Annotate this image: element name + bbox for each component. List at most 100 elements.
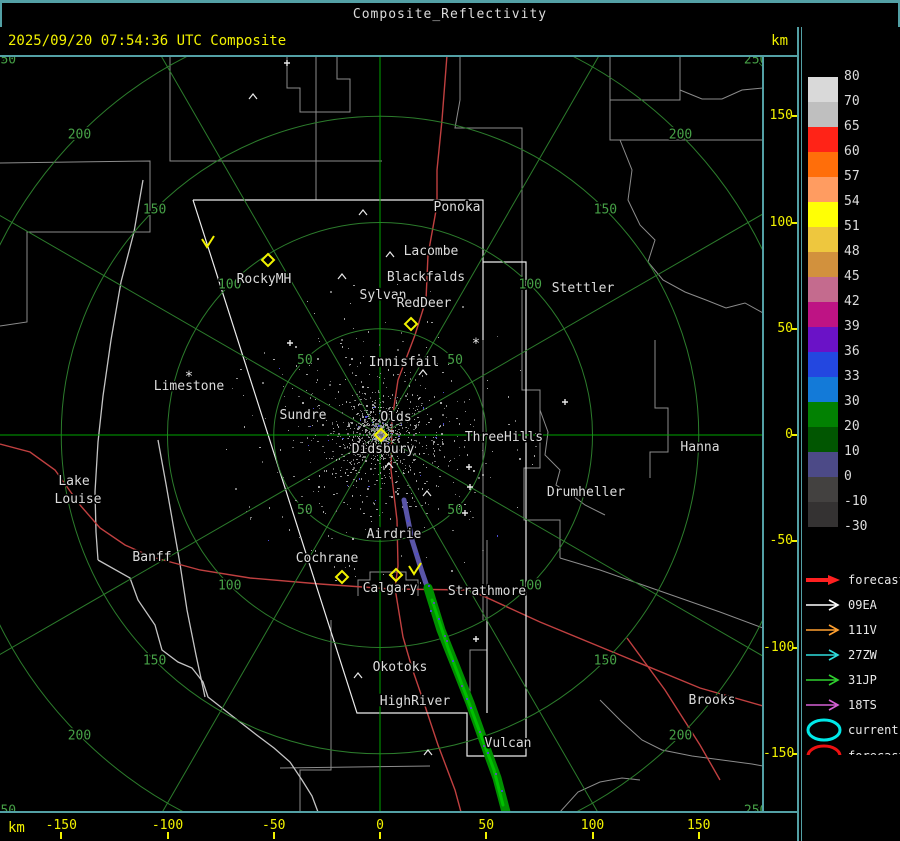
clutter-speck xyxy=(459,506,460,507)
clutter-speck xyxy=(392,483,393,484)
clutter-speck xyxy=(347,460,348,461)
radar-map-area[interactable]: 50 50 50 50 100 100 100 100 150 150 150 150 200 200 20… xyxy=(0,55,763,812)
clutter-speck xyxy=(462,306,464,308)
range-ring-label: 200 xyxy=(68,127,91,142)
clutter-speck xyxy=(353,433,354,434)
clutter-speck xyxy=(345,379,346,380)
clutter-speck xyxy=(433,443,434,445)
clutter-speck xyxy=(370,411,372,412)
site-diamond-marker xyxy=(403,316,419,332)
clutter-speck xyxy=(426,424,427,425)
radar-map-canvas[interactable]: 50 5050 50100 100100 100150 150150 150200 20020… xyxy=(0,55,763,812)
clutter-speck xyxy=(282,516,283,518)
clutter-speck xyxy=(395,430,396,431)
clutter-speck xyxy=(478,477,480,479)
clutter-speck xyxy=(397,488,399,489)
city-label: Lake xyxy=(58,474,89,489)
colorbar-value-label: 10 xyxy=(844,444,860,459)
right-axis-unit-label: km xyxy=(771,33,788,49)
clutter-speck xyxy=(386,503,387,504)
clutter-speck xyxy=(367,425,368,426)
clutter-speck xyxy=(358,472,360,473)
clutter-speck xyxy=(384,429,385,431)
legend-arrow-label: 27ZW xyxy=(848,648,878,662)
clutter-speck xyxy=(419,472,421,473)
city-label: Strathmore xyxy=(448,584,526,599)
clutter-speck xyxy=(363,425,365,427)
legend-arrow-item: forecast xyxy=(806,572,900,589)
clutter-speck xyxy=(378,428,379,430)
clutter-speck xyxy=(347,433,349,435)
storm-speck xyxy=(470,707,472,709)
city-label: Sundre xyxy=(280,408,327,423)
clutter-speck xyxy=(362,501,363,503)
clutter-speck xyxy=(412,394,413,396)
clutter-speck xyxy=(345,472,346,474)
clutter-speck xyxy=(336,459,337,461)
clutter-speck xyxy=(396,481,398,482)
clutter-speck xyxy=(362,457,364,458)
clutter-speck xyxy=(370,415,371,416)
clutter-speck xyxy=(400,433,401,435)
legend-arrow-item: 27ZW xyxy=(806,647,879,664)
clutter-speck xyxy=(368,414,370,415)
clutter-speck xyxy=(411,506,412,507)
county-boundary xyxy=(559,557,763,629)
clutter-speck xyxy=(415,426,417,428)
clutter-speck xyxy=(457,401,458,402)
clutter-speck xyxy=(423,407,424,409)
clutter-speck xyxy=(426,445,427,446)
clutter-speck xyxy=(372,435,373,436)
clutter-speck xyxy=(329,458,330,459)
clutter-speck xyxy=(391,427,392,428)
clutter-speck xyxy=(371,425,372,426)
clutter-speck xyxy=(356,414,358,415)
clutter-speck xyxy=(354,400,355,401)
clutter-speck xyxy=(344,502,345,503)
right-axis-tick-label: 50 xyxy=(777,320,793,336)
bottom-axis-tick-label: -150 xyxy=(45,818,77,833)
storm-speck xyxy=(446,640,448,642)
clutter-speck xyxy=(346,532,347,533)
clutter-speck xyxy=(389,407,391,408)
clutter-speck xyxy=(383,458,384,460)
clutter-speck xyxy=(311,440,312,441)
colorbar-value-label: 54 xyxy=(844,194,860,209)
clutter-speck xyxy=(357,436,358,437)
clutter-speck xyxy=(235,488,237,490)
clutter-speck xyxy=(246,511,247,512)
county-boundary xyxy=(521,340,561,558)
clutter-speck xyxy=(373,411,374,412)
clutter-speck xyxy=(457,436,458,437)
bottom-axis-tick-mark xyxy=(166,832,169,839)
clutter-speck xyxy=(422,375,423,377)
clutter-speck xyxy=(288,430,289,431)
clutter-speck xyxy=(337,424,338,426)
clutter-speck xyxy=(392,394,393,396)
clutter-speck xyxy=(470,424,471,425)
clutter-speck xyxy=(249,506,250,508)
clutter-speck xyxy=(358,437,359,438)
city-label: Lacombe xyxy=(404,244,459,259)
clutter-speck xyxy=(380,402,381,403)
clutter-speck xyxy=(375,400,376,401)
clutter-speck xyxy=(354,407,355,409)
clutter-speck xyxy=(534,455,535,457)
legend-arrow-label: 09EA xyxy=(848,598,878,612)
clutter-speck xyxy=(246,359,247,360)
clutter-speck xyxy=(333,494,335,495)
clutter-speck xyxy=(395,397,396,398)
town-caret-marker xyxy=(418,369,428,376)
clutter-speck xyxy=(442,414,444,416)
clutter-speck xyxy=(388,432,389,433)
clutter-speck xyxy=(356,424,357,426)
clutter-speck xyxy=(487,380,488,381)
clutter-speck xyxy=(435,437,437,438)
clutter-speck xyxy=(359,439,361,441)
clutter-speck xyxy=(385,503,386,504)
clutter-speck xyxy=(420,385,421,386)
town-caret-marker xyxy=(353,672,363,679)
clutter-speck xyxy=(403,459,405,460)
clutter-speck xyxy=(334,566,335,568)
clutter-speck xyxy=(464,504,466,505)
